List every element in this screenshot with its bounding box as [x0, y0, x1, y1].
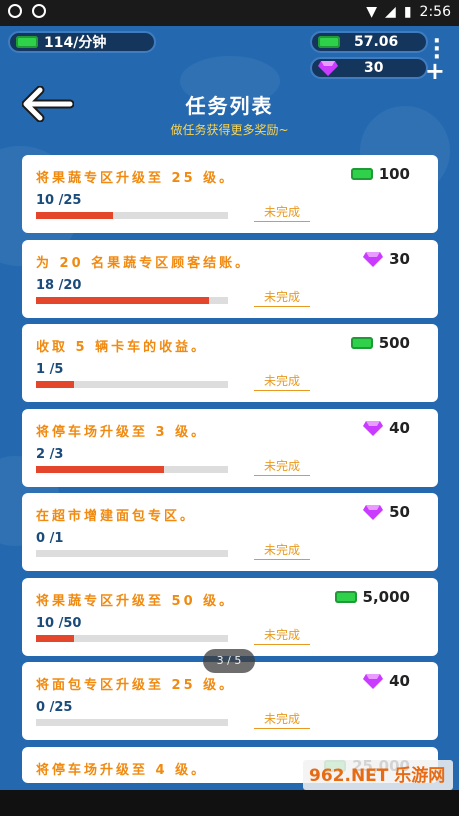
progress-fill — [36, 465, 165, 473]
task-status: 未完成 — [254, 288, 310, 307]
gem-icon — [363, 674, 384, 689]
page-subtitle: 做任务获得更多奖励~ — [170, 123, 289, 137]
page-title: 任务列表 — [185, 94, 274, 118]
task-reward: 5,000 — [329, 588, 410, 606]
task-status: 未完成 — [254, 710, 310, 729]
task-card: 将停车场升级至 3 级。 40 2 /3 未完成 — [22, 408, 438, 487]
cash-icon — [318, 36, 340, 48]
add-gems-button[interactable]: + — [425, 57, 445, 85]
task-progress: 1 /5 — [36, 362, 64, 377]
settings-icon — [32, 4, 46, 18]
task-progress: 18 /20 — [36, 277, 82, 293]
progress-bar — [36, 634, 228, 642]
task-description: 将果蔬专区升级至 25 级。 — [36, 171, 236, 186]
clock: 2:56 — [419, 4, 451, 20]
task-card: 为 20 名果蔬专区顾客结账。 30 18 /20 未完成 — [22, 239, 438, 318]
task-progress: 2 /3 — [36, 446, 64, 462]
task-card: 收取 5 辆卡车的收益。 500 1 /5 未完成 — [22, 324, 438, 402]
watermark-logo: 962.NET 乐游网 — [303, 760, 453, 790]
page-indicator: 3 / 5 — [203, 649, 255, 673]
task-reward: 40 — [357, 419, 410, 437]
cash-icon — [16, 36, 38, 48]
gem-balance[interactable]: 30 — [310, 57, 428, 79]
task-progress: 0 /25 — [36, 700, 73, 715]
income-rate: 114/分钟 — [8, 31, 156, 53]
task-card: 在超市增建面包专区。 50 0 /1 未完成 — [22, 493, 438, 571]
task-reward: 30 — [357, 250, 410, 268]
gem-icon — [318, 61, 338, 76]
task-description: 将果蔬专区升级至 50 级。 — [36, 593, 236, 609]
progress-bar — [36, 296, 228, 304]
task-description: 将停车场升级至 3 级。 — [36, 424, 208, 440]
gem-icon — [363, 420, 384, 436]
svg-text:962.NET 乐游网: 962.NET 乐游网 — [309, 765, 445, 786]
task-reward: 100 — [345, 165, 410, 183]
task-status: 未完成 — [254, 203, 310, 222]
progress-fill — [36, 296, 209, 304]
task-description: 在超市增建面包专区。 — [36, 509, 197, 524]
status-bar: ▼ ◢ ▮ 2:56 — [0, 0, 459, 26]
progress-bar — [36, 212, 228, 219]
task-card: 将果蔬专区升级至 50 级。 5,000 10 /50 未完成 — [22, 577, 438, 656]
task-progress: 10 /50 — [36, 615, 82, 631]
progress-bar — [36, 381, 228, 388]
task-description: 收取 5 辆卡车的收益。 — [36, 340, 208, 355]
task-progress: 0 /1 — [36, 531, 64, 546]
progress-bar — [36, 550, 228, 557]
task-reward: 50 — [357, 503, 410, 521]
progress-fill — [36, 212, 113, 219]
progress-bar — [36, 719, 228, 726]
progress-bar — [36, 465, 228, 473]
cash-icon — [350, 168, 373, 180]
progress-fill — [36, 381, 75, 388]
task-card: 将果蔬专区升级至 25 级。 100 10 /25 未完成 — [22, 155, 438, 233]
signal-icon: ◢ — [385, 4, 396, 20]
task-description: 为 20 名果蔬专区顾客结账。 — [36, 255, 252, 271]
task-card: 将面包专区升级至 25 级。 40 0 /25 未完成 — [22, 662, 438, 740]
task-description: 将停车场升级至 4 级。 — [36, 762, 208, 778]
task-progress: 10 /25 — [36, 193, 82, 208]
sync-icon — [8, 4, 22, 18]
task-reward: 40 — [357, 672, 410, 690]
task-reward: 500 — [345, 334, 410, 352]
gem-icon — [363, 251, 384, 267]
task-status: 未完成 — [254, 541, 310, 560]
progress-fill — [36, 634, 75, 642]
navigation-bar — [0, 790, 459, 816]
task-list[interactable]: 将果蔬专区升级至 25 级。 100 10 /25 未完成 为 20 名果蔬专区… — [22, 155, 438, 789]
wifi-icon: ▼ — [366, 4, 378, 20]
cash-balance[interactable]: 57.06 — [310, 31, 428, 53]
task-status: 未完成 — [254, 626, 310, 645]
cash-icon — [334, 590, 357, 603]
gem-icon — [363, 505, 384, 520]
cash-icon — [350, 337, 373, 349]
task-status: 未完成 — [254, 372, 310, 391]
battery-icon: ▮ — [403, 4, 412, 20]
task-status: 未完成 — [254, 457, 310, 476]
task-description: 将面包专区升级至 25 级。 — [36, 678, 236, 693]
